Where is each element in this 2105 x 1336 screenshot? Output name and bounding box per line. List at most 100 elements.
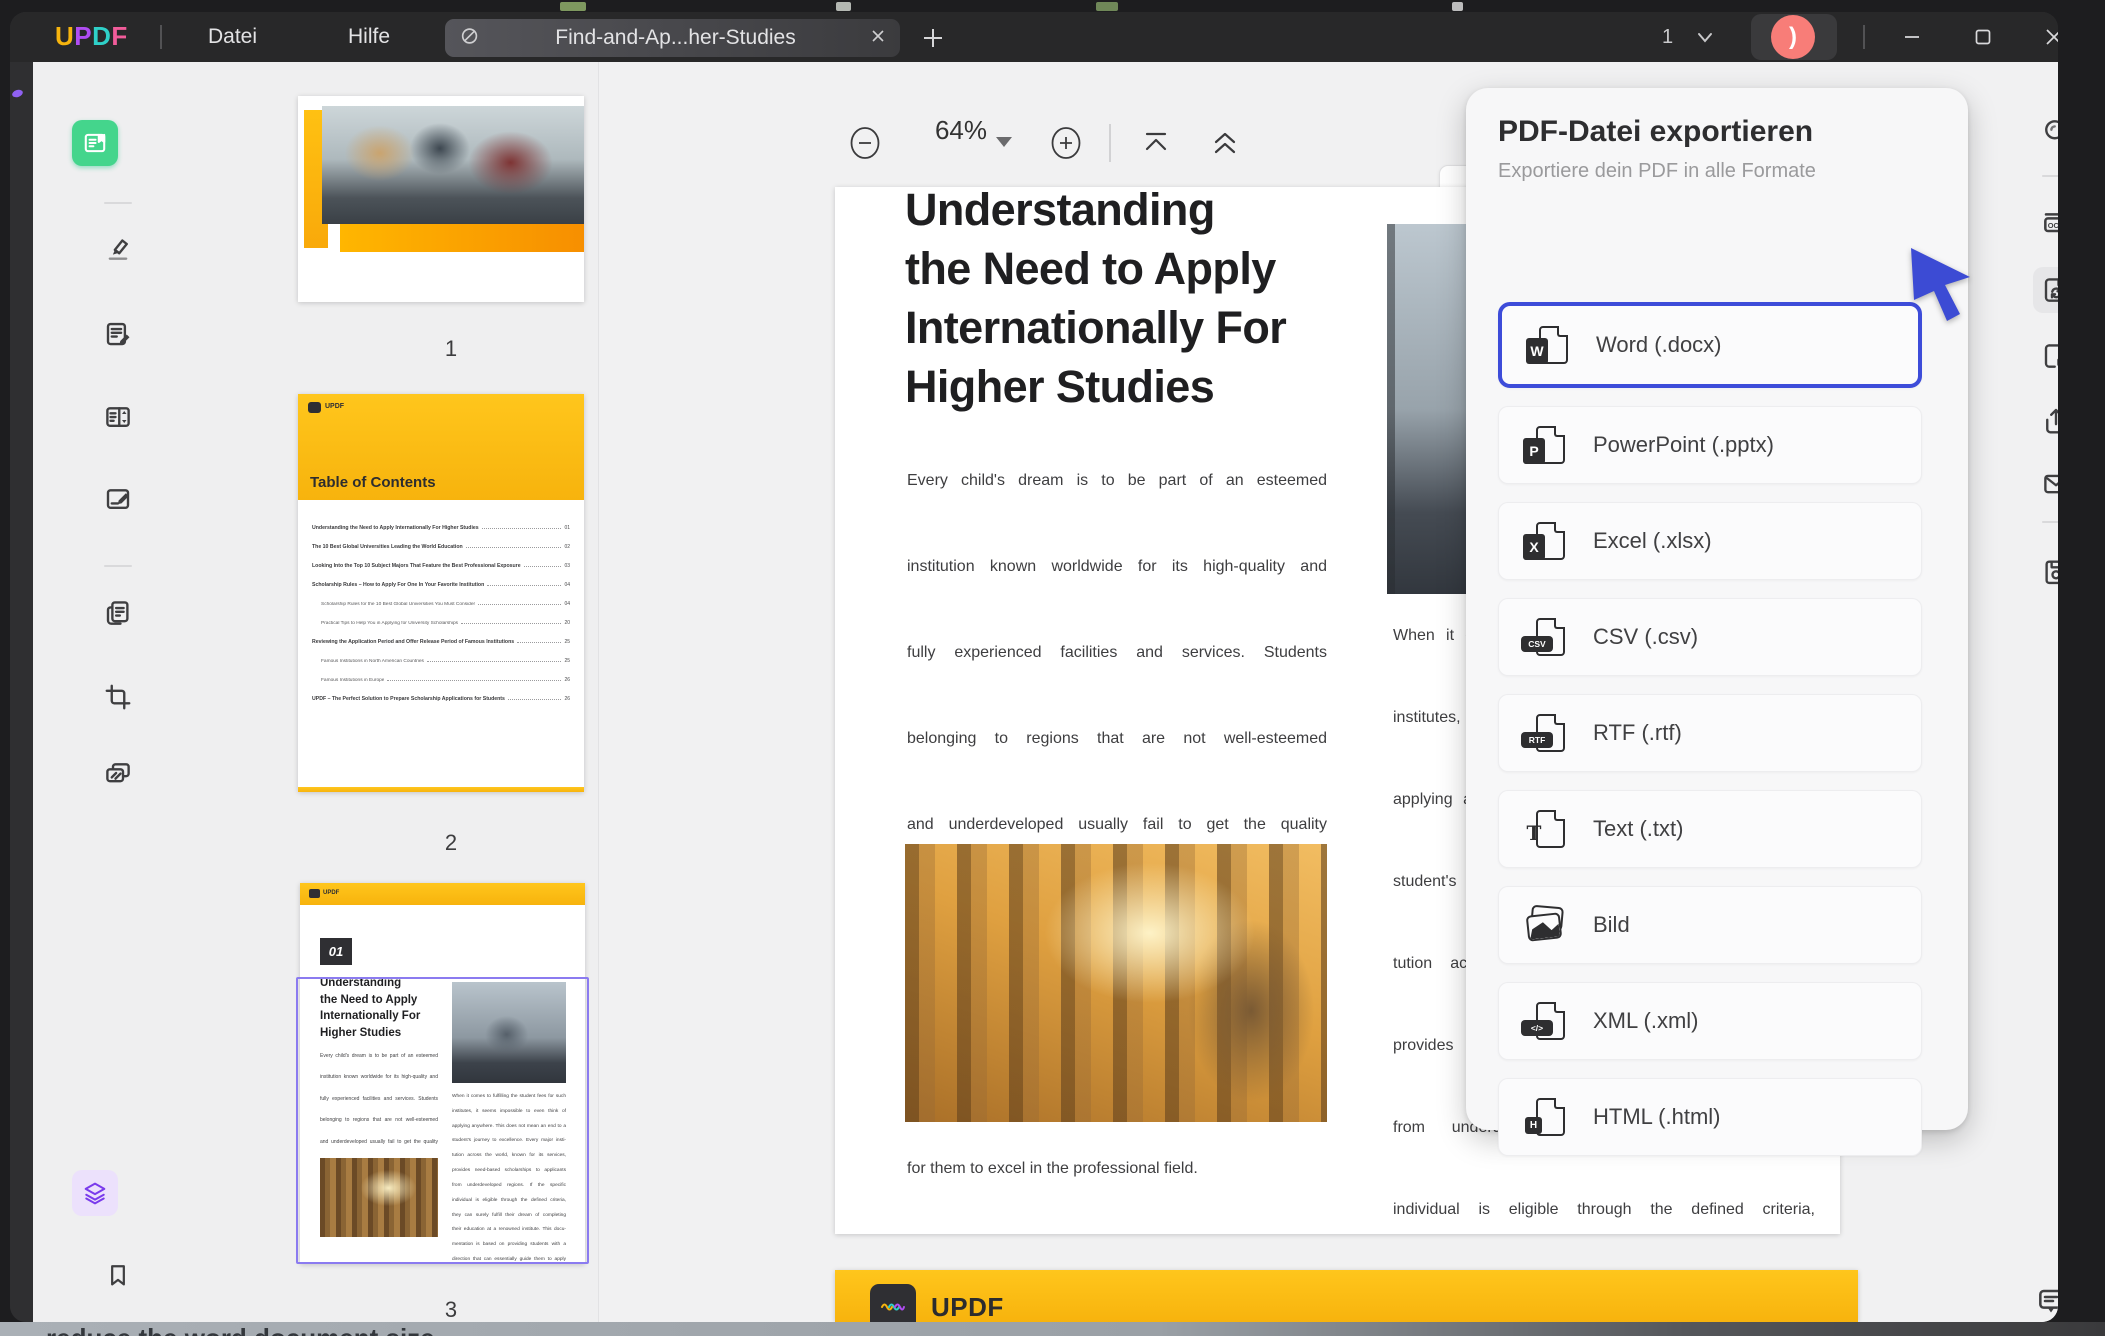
behind-window-strip: reduce the word document size <box>0 1322 2105 1336</box>
mini-logo-text: UPDF <box>325 403 345 410</box>
export-format-item[interactable]: T Text (.txt) <box>1498 790 1922 868</box>
window-count[interactable]: 1 <box>1662 26 1673 49</box>
svg-text:OCR: OCR <box>2048 221 2058 230</box>
tab-title: Find-and-Ap...her-Studies <box>555 26 796 49</box>
thumbnail-page-2[interactable]: UPDF Table of Contents Understanding the… <box>298 394 584 792</box>
protect-icon[interactable] <box>2033 333 2058 379</box>
cover-photo <box>322 106 584 224</box>
menu-hilfe[interactable]: Hilfe <box>348 25 390 49</box>
toc-entry: Practical Tips to Help You in Applying f… <box>321 620 570 626</box>
thumbnail-page-1[interactable] <box>298 96 584 302</box>
cursor-arrow <box>1908 246 1974 327</box>
page-heading: Understanding the Need to Apply Internatio… <box>905 187 1287 412</box>
toc-leader <box>387 680 562 681</box>
updf-logo: UPDF <box>55 21 128 52</box>
export-format-item[interactable]: Bild <box>1498 886 1922 964</box>
brand-letter: U <box>55 21 75 51</box>
tab-annotate-icon <box>459 25 481 52</box>
toc-header: UPDF Table of Contents <box>298 394 584 500</box>
toc-entry: UPDF – The Perfect Solution to Prepare S… <box>312 696 570 702</box>
save-icon[interactable] <box>2033 548 2058 594</box>
format-icon: RTF <box>1521 712 1571 754</box>
account-button[interactable]: ) <box>1751 14 1837 60</box>
toc-entry: Famous Institutions in North American Co… <box>321 658 570 664</box>
pdf-next-page[interactable]: UPDF <box>835 1270 1858 1322</box>
brand-letter: F <box>111 21 128 51</box>
toc-entry: Scholarship Rules – How to Apply For One… <box>312 582 570 588</box>
export-format-item[interactable]: RTF RTF (.rtf) <box>1498 694 1922 772</box>
export-format-item[interactable]: CSV CSV (.csv) <box>1498 598 1922 676</box>
wallpaper-fragment <box>1452 2 1463 11</box>
toolbar-divider <box>104 202 132 204</box>
mini-logo-mark <box>309 889 320 898</box>
thumbnail-panel: 1 UPDF Table of Contents Understanding t… <box>135 62 599 1322</box>
window-count-chevron-icon[interactable] <box>1694 30 1716 51</box>
minimize-button[interactable] <box>1890 20 1934 54</box>
panel-subtitle: Exportiere dein PDF in alle Formate <box>1498 160 1816 182</box>
zoom-out-button[interactable] <box>848 126 882 160</box>
toc-leader <box>478 604 562 605</box>
toolbar-divider <box>2042 521 2058 523</box>
search-icon[interactable] <box>2033 108 2058 154</box>
toc-entries: Understanding the Need to Apply Internat… <box>312 512 570 702</box>
format-icon: H <box>1521 1096 1571 1138</box>
close-button[interactable] <box>2032 20 2058 54</box>
format-icon: W <box>1524 324 1574 366</box>
toc-entry: Understanding the Need to Apply Internat… <box>312 525 570 531</box>
toc-leader <box>465 547 562 548</box>
window-left-gutter <box>10 62 33 1322</box>
toc-entry: Looking Into the Top 10 Subject Majors T… <box>312 563 570 569</box>
toc-title: Table of Contents <box>310 474 436 491</box>
zoom-dropdown-icon[interactable] <box>996 137 1012 147</box>
format-icon: T <box>1521 808 1571 850</box>
right-toolbar: OCR <box>2018 62 2058 1322</box>
cover-band <box>340 224 584 252</box>
toc-leader <box>523 566 562 567</box>
maximize-button[interactable] <box>1961 20 2005 54</box>
thumbnail-label-1: 1 <box>444 336 458 361</box>
previous-page-button[interactable] <box>1209 126 1241 165</box>
export-format-item[interactable]: W Word (.docx) <box>1498 302 1922 388</box>
left-toolbar <box>33 62 136 1322</box>
convert-export-icon[interactable] <box>2033 267 2058 313</box>
reader-mode-icon[interactable] <box>72 120 118 166</box>
ocr-icon[interactable]: OCR <box>2033 200 2058 246</box>
toc-leader <box>517 642 562 643</box>
tab-close-icon[interactable] <box>870 28 886 49</box>
thumbnail-label-3: 3 <box>444 1297 458 1322</box>
titlebar-divider <box>160 25 162 49</box>
wallpaper-fragment <box>1096 2 1118 11</box>
format-icon: X <box>1521 520 1571 562</box>
export-format-item[interactable]: </> XML (.xml) <box>1498 982 1922 1060</box>
library-photo <box>905 844 1327 1122</box>
toc-entry: Reviewing the Application Period and Off… <box>312 639 570 645</box>
wallpaper-fragment <box>836 2 851 11</box>
viewport-indicator[interactable] <box>296 977 589 1264</box>
email-icon[interactable] <box>2033 461 2058 507</box>
export-format-item[interactable]: H HTML (.html) <box>1498 1078 1922 1156</box>
share-icon[interactable] <box>2033 398 2058 444</box>
mini-logo-text: UPDF <box>323 890 340 896</box>
menu-datei[interactable]: Datei <box>208 25 257 49</box>
page3-header: UPDF <box>300 883 585 905</box>
new-tab-button[interactable] <box>915 20 951 61</box>
title-bar: UPDF Datei Hilfe Find-and-Ap...her-Studi… <box>10 12 2058 62</box>
export-panel: PDF-Datei exportieren Exportiere dein PD… <box>1466 88 1968 1156</box>
first-page-button[interactable] <box>1141 128 1171 163</box>
panel-title: PDF-Datei exportieren <box>1498 115 1814 148</box>
mini-logo-mark <box>308 402 321 413</box>
toc-leader <box>426 661 562 662</box>
brand-letter: D <box>92 21 112 51</box>
updf-logo-mark <box>870 1284 916 1322</box>
toc-entry: Scholarship Rules for the 10 Best Global… <box>321 601 570 607</box>
feedback-icon[interactable] <box>2028 1278 2058 1322</box>
export-format-item[interactable]: X Excel (.xlsx) <box>1498 502 1922 580</box>
export-format-item[interactable]: P PowerPoint (.pptx) <box>1498 406 1922 484</box>
layers-icon[interactable] <box>72 1170 118 1216</box>
format-icon: </> <box>1521 1000 1571 1042</box>
zoom-in-button[interactable] <box>1049 126 1083 160</box>
toc-leader <box>487 585 562 586</box>
document-tab[interactable]: Find-and-Ap...her-Studies <box>445 19 900 57</box>
toolbar-divider <box>1109 124 1111 162</box>
behind-window-text: reduce the word document size <box>46 1323 435 1336</box>
